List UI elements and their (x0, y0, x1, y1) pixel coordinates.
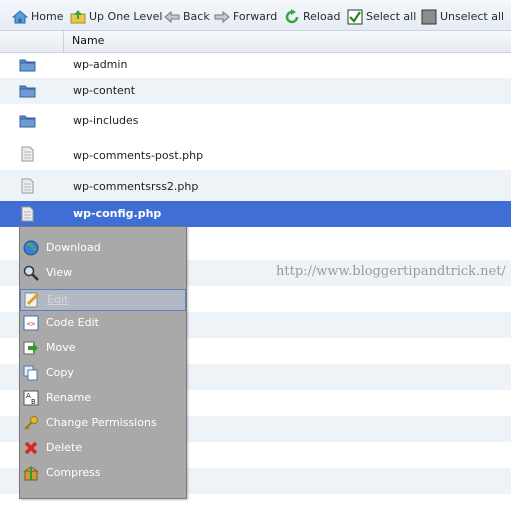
menu-item-label: Edit (47, 293, 69, 306)
file-icon (21, 146, 34, 162)
unselect-all-label: Unselect all (440, 10, 505, 23)
back-button[interactable]: Back (164, 9, 210, 25)
file-name: wp-config.php (73, 207, 162, 220)
menu-item-download[interactable]: Download (20, 237, 186, 259)
menu-item-compress[interactable]: Compress (20, 462, 186, 484)
menu-item-label: View (46, 266, 73, 279)
file-name: wp-includes (73, 114, 139, 127)
magnifier-icon (23, 265, 39, 281)
edit-pencil-icon (24, 292, 40, 308)
checked-box-icon (347, 9, 363, 25)
forward-arrow-icon (214, 10, 230, 24)
unchecked-box-icon (421, 9, 437, 25)
watermark-text: http://www.bloggertipandtrick.net/ (276, 264, 506, 279)
select-all-label: Select all (366, 10, 417, 23)
menu-item-label: Code Edit (46, 316, 99, 329)
menu-item-label: Move (46, 341, 76, 354)
forward-label: Forward (233, 10, 278, 23)
folder-icon (19, 115, 36, 128)
file-row[interactable]: wp-comments-post.php (0, 136, 511, 170)
menu-item-move[interactable]: Move (20, 337, 186, 359)
folder-icon (19, 59, 36, 72)
menu-item-copy[interactable]: Copy (20, 362, 186, 384)
home-button[interactable]: Home (12, 9, 63, 25)
file-row-selected[interactable]: wp-config.php (0, 201, 511, 227)
reload-label: Reload (303, 10, 341, 23)
unselect-all-button[interactable]: Unselect all (421, 9, 504, 25)
home-label: Home (31, 10, 64, 23)
reload-icon (285, 9, 299, 24)
menu-item-edit[interactable]: Edit (20, 289, 186, 311)
file-row[interactable]: wp-commentsrss2.php (0, 170, 511, 201)
menu-item-view[interactable]: View (20, 262, 186, 284)
menu-item-change-permissions[interactable]: Change Permissions (20, 412, 186, 434)
menu-item-label: Rename (46, 391, 92, 404)
forward-button[interactable]: Forward (214, 9, 277, 25)
rename-ab-icon: A B (23, 390, 39, 406)
globe-download-icon (23, 240, 39, 256)
menu-item-label: Copy (46, 366, 74, 379)
copy-icon (23, 365, 38, 381)
file-icon (21, 206, 34, 222)
up-one-level-button[interactable]: Up One Level (70, 9, 162, 25)
delete-x-icon (24, 441, 38, 455)
menu-item-label: Delete (46, 441, 83, 454)
grid-header: Name (0, 30, 511, 53)
file-row[interactable]: wp-includes (0, 104, 511, 136)
menu-item-code-edit[interactable]: <> Code Edit (20, 312, 186, 334)
up-one-level-label: Up One Level (89, 10, 163, 23)
menu-item-rename[interactable]: A B Rename (20, 387, 186, 409)
svg-text:<>: <> (27, 320, 35, 328)
reload-button[interactable]: Reload (284, 9, 340, 25)
file-name: wp-admin (73, 58, 128, 71)
file-name: wp-content (73, 84, 136, 97)
file-name: wp-commentsrss2.php (73, 180, 199, 193)
key-icon (24, 416, 38, 430)
column-separator (63, 31, 64, 52)
context-menu: Download View Edit <> Code Edit Move Cop… (19, 226, 187, 499)
file-row[interactable]: wp-content (0, 78, 511, 104)
up-one-level-icon (70, 10, 86, 24)
back-label: Back (183, 10, 210, 23)
folder-icon (19, 85, 36, 98)
svg-text:B: B (31, 398, 36, 406)
name-column-header[interactable]: Name (72, 34, 104, 47)
move-arrow-icon (23, 341, 38, 355)
file-name: wp-comments-post.php (73, 149, 204, 162)
menu-item-label: Download (46, 241, 101, 254)
select-all-button[interactable]: Select all (347, 9, 416, 25)
back-arrow-icon (164, 10, 180, 24)
menu-item-delete[interactable]: Delete (20, 437, 186, 459)
code-edit-icon: <> (23, 315, 39, 331)
file-icon (21, 178, 34, 194)
compress-box-icon (23, 466, 39, 481)
menu-item-label: Change Permissions (46, 416, 157, 429)
file-row[interactable]: wp-admin (0, 52, 511, 78)
home-icon (12, 10, 28, 24)
menu-item-label: Compress (46, 466, 101, 479)
